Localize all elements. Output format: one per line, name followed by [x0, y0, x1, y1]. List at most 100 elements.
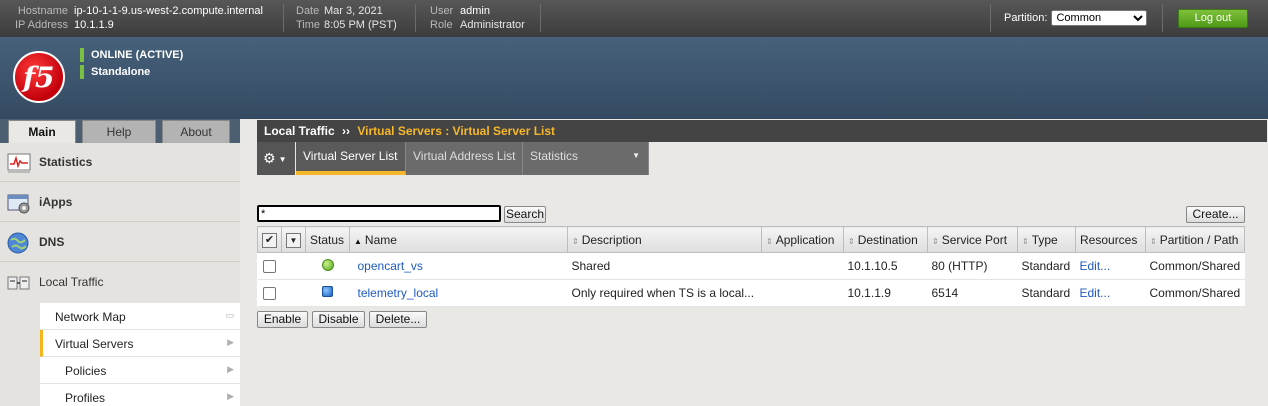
delete-button[interactable]: Delete...	[369, 311, 427, 328]
column-label: Partition / Path	[1159, 232, 1239, 247]
sidebar: Statistics iApps DNS Local Traffic Netwo…	[0, 143, 240, 406]
breadcrumb-current: Virtual Servers : Virtual Server List	[357, 124, 556, 138]
empty-cell	[281, 252, 306, 280]
date-value: Mar 3, 2021	[324, 5, 383, 17]
column-name[interactable]: ▲ Name	[349, 226, 568, 253]
tab-label: Statistics	[530, 149, 579, 163]
tab-main[interactable]: Main	[8, 120, 76, 143]
chevron-right-icon: ▶	[227, 364, 234, 374]
partition-selector: Partition: Common	[1004, 10, 1148, 26]
application-cell	[761, 252, 844, 280]
search-button[interactable]: Search	[504, 206, 546, 223]
status-available-icon	[321, 258, 334, 271]
time-label: Time	[296, 19, 321, 31]
status-online: ONLINE (ACTIVE)	[80, 48, 183, 62]
sidebar-item-iapps[interactable]: iApps	[0, 183, 240, 222]
tab-virtual-server-list[interactable]: Virtual Server List	[296, 142, 406, 175]
partition-label: Partition:	[1004, 11, 1048, 24]
sort-icon: ⇕	[848, 236, 855, 246]
host-info: Hostname ip-10-1-1-9.us-west-2.compute.in…	[10, 4, 263, 32]
user-label: User	[430, 5, 454, 17]
column-resources: Resources	[1075, 226, 1146, 253]
tab-help[interactable]: Help	[82, 120, 156, 143]
column-destination[interactable]: ⇕ Destination	[843, 226, 928, 253]
column-partition[interactable]: ⇕ Partition / Path	[1145, 226, 1245, 253]
chevron-down-icon: ▼	[278, 154, 287, 164]
logout-button[interactable]: Log out	[1178, 9, 1248, 28]
column-type[interactable]: ⇕ Type	[1017, 226, 1076, 253]
disable-button[interactable]: Disable	[312, 311, 365, 328]
ip-value: 10.1.1.9	[74, 19, 114, 31]
sidebar-label: DNS	[39, 235, 65, 249]
create-button[interactable]: Create...	[1186, 206, 1245, 223]
destination-cell: 10.1.1.9	[843, 279, 928, 307]
column-application[interactable]: ⇕ Application	[761, 226, 844, 253]
column-label: Application	[775, 232, 835, 247]
sort-icon: ⇕	[1022, 236, 1029, 246]
type-cell: Standard	[1017, 252, 1076, 280]
tab-about[interactable]: About	[162, 120, 230, 143]
sidebar-subitem-network-map[interactable]: Network Map ▭	[40, 303, 240, 330]
sidebar-subitem-profiles[interactable]: Profiles ▶	[40, 384, 240, 406]
select-all-checkbox[interactable]: ✔	[262, 232, 277, 248]
status-unknown-icon	[322, 286, 333, 297]
breadcrumb-section[interactable]: Local Traffic	[264, 124, 335, 138]
user-value: admin	[460, 5, 490, 17]
breadcrumb: Local Traffic ›› Virtual Servers : Virtu…	[257, 120, 1267, 142]
ip-label: IP Address	[15, 19, 68, 31]
empty-cell	[281, 279, 306, 307]
subitem-label: Virtual Servers	[55, 337, 134, 351]
sidebar-item-dns[interactable]: DNS	[0, 223, 240, 262]
resources-cell: Edit...	[1075, 252, 1146, 280]
sidebar-item-statistics[interactable]: Statistics	[0, 143, 240, 182]
tab-statistics[interactable]: Statistics ▼	[523, 142, 649, 175]
status-filter-header[interactable]: ▼	[281, 226, 306, 253]
tab-virtual-address-list[interactable]: Virtual Address List	[406, 142, 523, 175]
status-cell	[305, 252, 350, 280]
gear-icon: ⚙	[263, 150, 276, 166]
row-select-cell	[257, 252, 282, 280]
date-label: Date	[296, 5, 320, 17]
destination-cell: 10.1.10.5	[843, 252, 928, 280]
edit-resources-link[interactable]: Edit...	[1080, 286, 1111, 300]
column-service-port[interactable]: ⇕ Service Port	[927, 226, 1018, 253]
row-checkbox[interactable]	[263, 287, 276, 301]
banner: f5 ONLINE (ACTIVE) Standalone	[0, 37, 1268, 119]
table-row: opencart_vs Shared 10.1.10.5 80 (HTTP) S…	[257, 252, 1245, 280]
chevron-right-icon: ▶	[227, 391, 234, 401]
virtual-server-link[interactable]: opencart_vs	[358, 259, 423, 273]
sidebar-label: Statistics	[39, 155, 93, 169]
sidebar-subitem-virtual-servers[interactable]: Virtual Servers ▶	[40, 330, 240, 357]
sidebar-subitem-policies[interactable]: Policies ▶	[40, 357, 240, 384]
divider	[415, 4, 416, 32]
port-cell: 6514	[927, 279, 1018, 307]
local-traffic-icon	[7, 276, 30, 290]
divider	[283, 4, 284, 32]
chevron-down-icon: ▼	[286, 232, 301, 248]
popout-icon: ▭	[225, 310, 234, 320]
virtual-server-link[interactable]: telemetry_local	[358, 286, 439, 300]
role-label: Role	[430, 19, 453, 31]
row-checkbox[interactable]	[263, 260, 276, 274]
description-cell: Only required when TS is a local...	[567, 279, 762, 307]
user-info: User admin Role Administrator	[430, 4, 525, 32]
search-input[interactable]	[257, 205, 501, 222]
type-cell: Standard	[1017, 279, 1076, 307]
partition-cell: Common/Shared	[1145, 279, 1245, 307]
status-mode: Standalone	[80, 65, 150, 79]
top-bar: Hostname ip-10-1-1-9.us-west-2.compute.in…	[0, 0, 1268, 37]
partition-select[interactable]: Common	[1051, 10, 1148, 26]
select-all-header[interactable]: ✔	[257, 226, 282, 253]
sidebar-label: iApps	[39, 195, 73, 209]
sidebar-item-local-traffic[interactable]: Local Traffic	[0, 263, 240, 302]
port-cell: 80 (HTTP)	[927, 252, 1018, 280]
status-cell	[305, 279, 350, 307]
description-cell: Shared	[567, 252, 762, 280]
subitem-label: Profiles	[65, 391, 106, 405]
enable-button[interactable]: Enable	[257, 311, 308, 328]
chevron-right-icon: ▶	[227, 337, 234, 347]
dns-globe-icon	[7, 232, 29, 254]
column-description[interactable]: ⇕ Description	[567, 226, 762, 253]
edit-resources-link[interactable]: Edit...	[1080, 259, 1111, 273]
gear-menu-button[interactable]: ⚙ ▼	[257, 142, 295, 175]
